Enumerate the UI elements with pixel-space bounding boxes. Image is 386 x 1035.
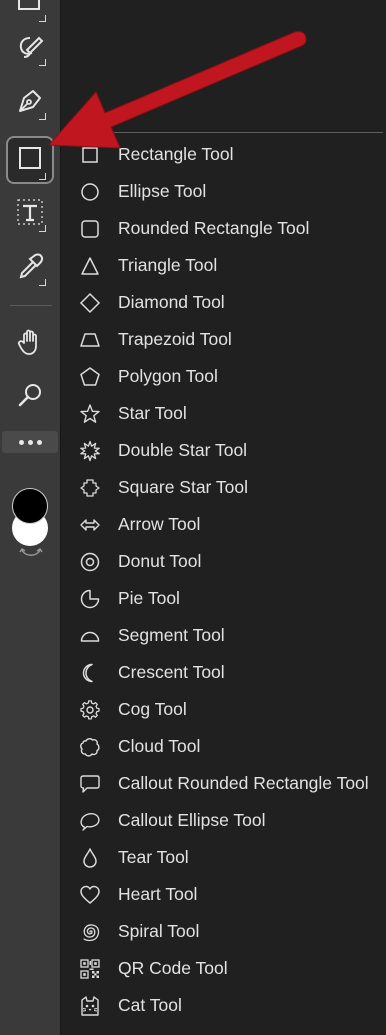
more-tools-button[interactable] bbox=[2, 431, 58, 453]
diamond-icon bbox=[79, 292, 101, 313]
menu-item-label: Trapezoid Tool bbox=[118, 329, 232, 349]
menu-item-double-star-tool[interactable]: Double Star Tool bbox=[61, 432, 386, 469]
polygon-icon bbox=[80, 366, 100, 387]
menu-item-label: Diamond Tool bbox=[118, 292, 225, 312]
spiral-icon bbox=[80, 922, 100, 942]
qr-code-icon bbox=[80, 958, 100, 979]
menu-item-segment-tool[interactable]: Segment Tool bbox=[61, 617, 386, 654]
hand-tool-icon bbox=[15, 327, 45, 362]
menu-item-cloud-tool[interactable]: Cloud Tool bbox=[61, 728, 386, 765]
menu-item-label: Arrow Tool bbox=[118, 514, 201, 534]
menu-item-label: Segment Tool bbox=[118, 625, 225, 645]
zoom-tool-icon bbox=[15, 381, 45, 416]
text-tool-button[interactable] bbox=[6, 192, 54, 236]
menu-item-rounded-rectangle-tool[interactable]: Rounded Rectangle Tool bbox=[61, 210, 386, 247]
menu-item-label: Triangle Tool bbox=[118, 255, 218, 275]
pen-tool-button[interactable] bbox=[6, 80, 54, 124]
star-icon bbox=[80, 403, 100, 424]
menu-item-label: Callout Ellipse Tool bbox=[118, 810, 266, 830]
menu-item-label: Cloud Tool bbox=[118, 736, 201, 756]
swap-colors-icon bbox=[19, 547, 43, 564]
menu-item-square-star-tool[interactable]: Square Star Tool bbox=[61, 469, 386, 506]
pie-icon bbox=[80, 589, 100, 609]
menu-item-callout-rounded-rectangle-tool[interactable]: Callout Rounded Rectangle Tool bbox=[61, 765, 386, 802]
menu-item-polygon-tool[interactable]: Polygon Tool bbox=[61, 358, 386, 395]
flyout-top-border bbox=[61, 132, 383, 133]
cog-icon bbox=[80, 699, 100, 720]
heart-icon bbox=[80, 885, 100, 905]
menu-item-label: Rectangle Tool bbox=[118, 144, 234, 164]
triangle-icon bbox=[80, 256, 100, 276]
menu-item-label: Heart Tool bbox=[118, 884, 198, 904]
callout-ellipse-icon bbox=[80, 811, 100, 831]
zoom-tool-button[interactable] bbox=[6, 376, 54, 420]
menu-item-tear-tool[interactable]: Tear Tool bbox=[61, 839, 386, 876]
toolbar-divider bbox=[10, 305, 52, 306]
menu-item-cat-tool[interactable]: Cat Tool bbox=[61, 987, 386, 1024]
menu-item-label: Ellipse Tool bbox=[118, 181, 207, 201]
arrow-icon bbox=[80, 515, 100, 535]
menu-item-rectangle-tool[interactable]: Rectangle Tool bbox=[61, 136, 386, 173]
segment-icon bbox=[80, 626, 100, 646]
menu-item-label: Cog Tool bbox=[118, 699, 187, 719]
menu-item-label: Crescent Tool bbox=[118, 662, 225, 682]
menu-item-label: Rounded Rectangle Tool bbox=[118, 218, 310, 238]
menu-item-label: Square Star Tool bbox=[118, 477, 249, 497]
menu-item-triangle-tool[interactable]: Triangle Tool bbox=[61, 247, 386, 284]
menu-item-donut-tool[interactable]: Donut Tool bbox=[61, 543, 386, 580]
ellipse-icon bbox=[80, 182, 100, 202]
menu-item-label: Tear Tool bbox=[118, 847, 189, 867]
rounded-rectangle-icon bbox=[80, 219, 100, 239]
menu-item-label: Callout Rounded Rectangle Tool bbox=[118, 773, 369, 793]
donut-icon bbox=[80, 552, 100, 572]
trapezoid-icon bbox=[80, 330, 100, 350]
menu-item-heart-tool[interactable]: Heart Tool bbox=[61, 876, 386, 913]
menu-item-arrow-tool[interactable]: Arrow Tool bbox=[61, 506, 386, 543]
menu-item-crescent-tool[interactable]: Crescent Tool bbox=[61, 654, 386, 691]
cat-icon bbox=[80, 995, 100, 1016]
menu-item-ellipse-tool[interactable]: Ellipse Tool bbox=[61, 173, 386, 210]
menu-item-cog-tool[interactable]: Cog Tool bbox=[61, 691, 386, 728]
double-star-icon bbox=[80, 440, 100, 461]
menu-item-qr-code-tool[interactable]: QR Code Tool bbox=[61, 950, 386, 987]
selection-tool-button[interactable] bbox=[6, 0, 54, 26]
menu-item-label: QR Code Tool bbox=[118, 958, 228, 978]
rectangle-tool-button[interactable] bbox=[6, 136, 54, 184]
toolbar bbox=[0, 0, 60, 1035]
hand-tool-button[interactable] bbox=[6, 322, 54, 366]
menu-item-spiral-tool[interactable]: Spiral Tool bbox=[61, 913, 386, 950]
menu-item-callout-ellipse-tool[interactable]: Callout Ellipse Tool bbox=[61, 802, 386, 839]
menu-item-label: Star Tool bbox=[118, 403, 187, 423]
menu-item-trapezoid-tool[interactable]: Trapezoid Tool bbox=[61, 321, 386, 358]
menu-item-pie-tool[interactable]: Pie Tool bbox=[61, 580, 386, 617]
menu-item-label: Polygon Tool bbox=[118, 366, 218, 386]
menu-item-label: Spiral Tool bbox=[118, 921, 200, 941]
cloud-icon bbox=[80, 737, 100, 757]
rectangle-icon bbox=[80, 145, 100, 165]
eyedropper-tool-button[interactable] bbox=[6, 246, 54, 290]
foreground-color-swatch[interactable] bbox=[12, 488, 48, 524]
callout-rounded-rectangle-icon bbox=[80, 774, 100, 794]
menu-item-label: Double Star Tool bbox=[118, 440, 248, 460]
menu-item-label: Cat Tool bbox=[118, 995, 182, 1015]
menu-item-label: Donut Tool bbox=[118, 551, 202, 571]
lasso-brush-tool-button[interactable] bbox=[6, 26, 54, 70]
crescent-icon bbox=[80, 663, 100, 683]
menu-item-label: Pie Tool bbox=[118, 588, 180, 608]
menu-item-star-tool[interactable]: Star Tool bbox=[61, 395, 386, 432]
more-dots-icon bbox=[18, 439, 42, 445]
tear-icon bbox=[80, 847, 100, 868]
square-star-icon bbox=[80, 478, 100, 498]
menu-item-diamond-tool[interactable]: Diamond Tool bbox=[61, 284, 386, 321]
swap-colors-button[interactable] bbox=[19, 544, 43, 560]
